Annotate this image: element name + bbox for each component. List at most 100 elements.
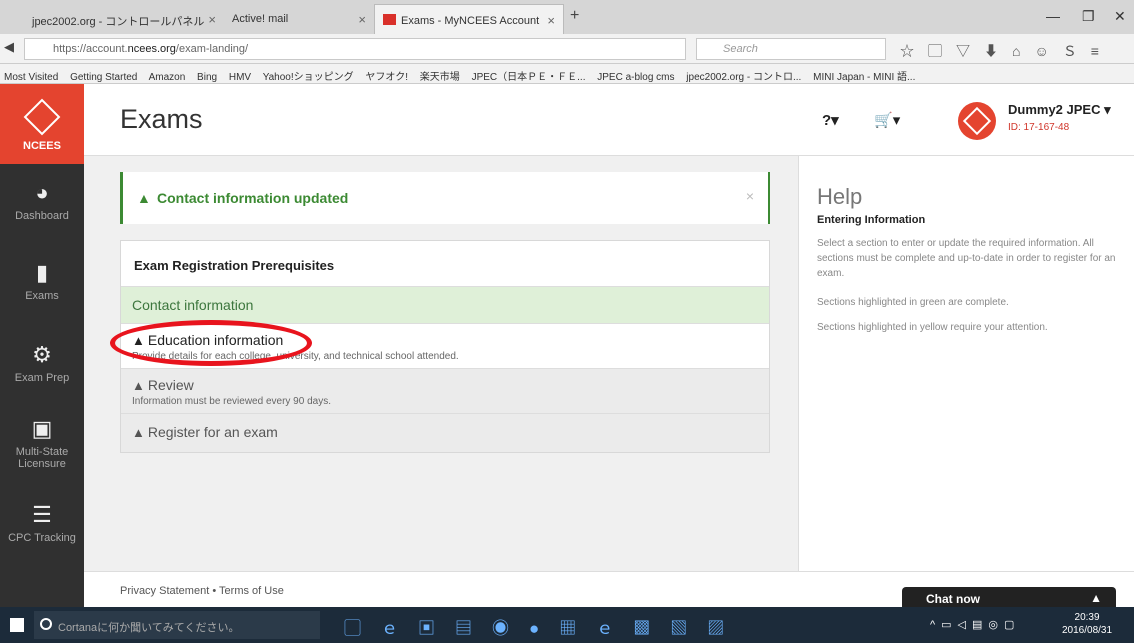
prereq-register-for-exam[interactable]: ▲ Register for an exam: [121, 414, 769, 452]
prereq-title: Contact information: [132, 297, 254, 313]
browser-tab-bar: jpec2002.org - コントロールパネル × Active! mail × …: [0, 0, 1134, 34]
tab-label: Exams - MyNCEES Account: [401, 15, 540, 27]
close-window-icon[interactable]: ✕: [1114, 8, 1126, 25]
cortana-search-box[interactable]: Cortanaに何か聞いてみてください。: [34, 611, 320, 639]
footer-separator: •: [212, 585, 217, 597]
privacy-statement-link[interactable]: Privacy Statement: [120, 585, 209, 597]
bookmark-item[interactable]: MINI Japan - MINI 語...: [813, 72, 915, 83]
tab-exams-myncees[interactable]: Exams - MyNCEES Account ×: [374, 4, 564, 34]
bookmarks-bar: Most Visited Getting Started Amazon Bing…: [0, 64, 1134, 84]
close-tab-icon[interactable]: ×: [208, 12, 216, 27]
sidebar-item-cpc-tracking[interactable]: ☰ CPC Tracking: [0, 502, 84, 544]
bookmark-item[interactable]: JPEC a-blog cms: [597, 72, 674, 83]
search-placeholder: Search: [723, 43, 758, 55]
cortana-placeholder: Cortanaに何か聞いてみてください。: [58, 622, 240, 634]
user-id: ID: 17-167-48: [1008, 122, 1070, 133]
list-icon: ☰: [32, 502, 52, 527]
sidebar-item-label: CPC Tracking: [8, 532, 76, 544]
cart-icon: 🛒: [874, 112, 893, 129]
warning-triangle-icon: ▲: [137, 190, 151, 206]
prereq-description: Information must be reviewed every 90 da…: [132, 396, 331, 407]
taskbar-clock[interactable]: 20:39 2016/08/31: [1062, 611, 1112, 637]
prereq-review[interactable]: ▲ Review Information must be reviewed eve…: [121, 369, 769, 414]
bookmark-item[interactable]: Bing: [197, 72, 217, 83]
toolbar-icons[interactable]: ☆▢▽⬇⌂☺Ｓ≡: [900, 41, 1113, 61]
url-path: /exam-landing/: [175, 43, 249, 55]
help-title: Help: [817, 184, 863, 209]
url-domain: ncees.org: [127, 43, 176, 55]
close-icon[interactable]: ×: [746, 188, 754, 204]
tab-label: jpec2002.org - コントロールパネル: [32, 16, 205, 28]
cart-caret: ▾: [892, 112, 901, 129]
maximize-icon[interactable]: ❐: [1082, 8, 1095, 25]
logo-text: NCEES: [23, 140, 61, 152]
tab-active-mail[interactable]: Active! mail ×: [224, 4, 374, 34]
windows-taskbar: Cortanaに何か聞いてみてください。 ▢ｅ▣▤◉●▦ｅ▩▧▨ ^▭◁▤◎▢ …: [0, 607, 1134, 643]
sidebar-item-label: Multi-State Licensure: [15, 446, 69, 470]
sidebar-item-dashboard[interactable]: ◕ Dashboard: [0, 180, 84, 222]
avatar[interactable]: [958, 102, 996, 140]
url-bar[interactable]: https://account.ncees.org/exam-landing/: [24, 38, 686, 60]
bookmark-item[interactable]: Most Visited: [4, 72, 58, 83]
close-tab-icon[interactable]: ×: [358, 12, 366, 27]
panel-title: Exam Registration Prerequisites: [121, 241, 769, 287]
browser-nav-bar: ◀ https://account.ncees.org/exam-landing…: [0, 34, 1134, 64]
close-tab-icon[interactable]: ×: [547, 13, 555, 28]
book-icon: ▮: [35, 260, 49, 285]
briefcase-icon: ▣: [31, 416, 53, 441]
sidebar-item-label: Exams: [25, 290, 59, 302]
bookmark-item[interactable]: Yahoo!ショッピング: [263, 72, 354, 83]
user-menu-dropdown[interactable]: Dummy2 JPEC ▾: [1008, 102, 1111, 118]
ncees-logo-icon: [23, 98, 61, 136]
tab-label: Active! mail: [232, 13, 289, 25]
ncees-logo[interactable]: NCEES: [0, 84, 84, 164]
sidebar-item-multi-state-licensure[interactable]: ▣ Multi-State Licensure: [0, 416, 84, 470]
bookmark-item[interactable]: ヤフオク!: [365, 72, 408, 83]
bookmark-item[interactable]: jpec2002.org - コントロ...: [686, 72, 801, 83]
system-tray-icons[interactable]: ^▭◁▤◎▢: [930, 618, 1020, 631]
sidebar-item-label: Dashboard: [15, 210, 69, 222]
prereq-contact-information[interactable]: Contact information: [121, 287, 769, 324]
help-paragraph: Sections highlighted in green are comple…: [817, 297, 1009, 308]
help-panel: Help Entering Information Select a secti…: [798, 156, 1134, 571]
prereq-title: Review: [147, 377, 194, 393]
taskbar-app-icons[interactable]: ▢ｅ▣▤◉●▦ｅ▩▧▨: [344, 614, 744, 639]
cortana-icon: [40, 618, 52, 630]
ncees-favicon-icon: [383, 14, 396, 25]
help-paragraph: Sections highlighted in yellow require y…: [817, 322, 1048, 333]
help-paragraph: Select a section to enter or update the …: [817, 238, 1116, 279]
clock-date: 2016/08/31: [1062, 625, 1113, 636]
sidebar: NCEES ◕ Dashboard ▮ Exams ⚙ Exam Prep ▣ Mult…: [0, 84, 84, 607]
bookmark-item[interactable]: 楽天市場: [420, 72, 460, 83]
dashboard-icon: ◕: [35, 180, 49, 205]
new-tab-icon[interactable]: +: [570, 7, 579, 25]
page-title: Exams: [120, 104, 203, 134]
page-header: Exams ?▾ 🛒▾ Dummy2 JPEC ▾ ID: 17-167-48: [84, 84, 1134, 156]
windows-start-icon[interactable]: [10, 618, 24, 632]
sidebar-item-label: Exam Prep: [14, 372, 70, 384]
sidebar-item-exam-prep[interactable]: ⚙ Exam Prep: [0, 342, 84, 384]
back-icon[interactable]: ◀: [4, 39, 14, 55]
alert-message: Contact information updated: [157, 190, 349, 206]
minimize-icon[interactable]: —: [1046, 8, 1060, 24]
tab-jpec-control-panel[interactable]: jpec2002.org - コントロールパネル ×: [24, 4, 224, 34]
annotation-circle: [110, 320, 312, 366]
chevron-up-icon: ▲: [1090, 591, 1102, 605]
sidebar-item-exams[interactable]: ▮ Exams: [0, 260, 84, 302]
bookmark-item[interactable]: Amazon: [149, 72, 186, 83]
avatar-logo-icon: [962, 106, 992, 136]
prereq-title: Register for an exam: [147, 424, 278, 440]
warning-triangle-icon: ▲: [132, 378, 145, 393]
search-input[interactable]: Search: [696, 38, 886, 60]
warning-triangle-icon: ▲: [132, 425, 145, 440]
bookmark-item[interactable]: Getting Started: [70, 72, 137, 83]
gears-icon: ⚙: [32, 342, 52, 367]
cart-dropdown[interactable]: 🛒▾: [874, 111, 900, 129]
help-dropdown[interactable]: ?▾: [822, 111, 839, 129]
chat-label: Chat now: [926, 592, 980, 606]
terms-of-use-link[interactable]: Terms of Use: [219, 585, 284, 597]
url-prefix: https://account.: [53, 43, 128, 55]
bookmark-item[interactable]: JPEC（日本ＰＥ・ＦＥ...: [472, 72, 586, 83]
bookmark-item[interactable]: HMV: [229, 72, 251, 83]
help-subtitle: Entering Information: [817, 214, 926, 226]
